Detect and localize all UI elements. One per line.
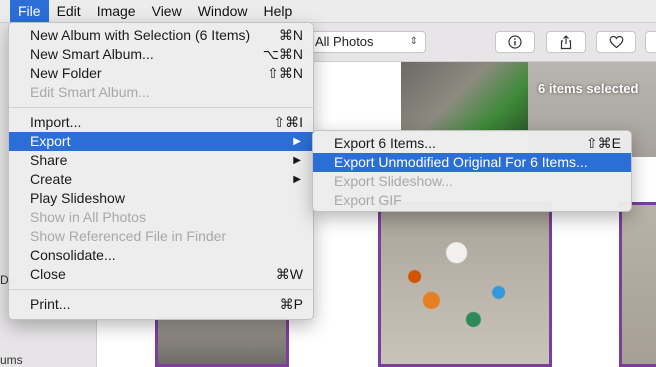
filter-select[interactable]: All Photos ⇕ [302,31,426,53]
menu-view[interactable]: View [144,0,190,22]
menu-item-export-items[interactable]: Export 6 Items... ⇧⌘E [313,134,631,153]
menu-item-export-unmodified-original[interactable]: Export Unmodified Original For 6 Items..… [313,153,631,172]
shortcut-label: ⌘N [278,27,303,43]
file-menu: New Album with Selection (6 Items) ⌘N Ne… [8,22,314,320]
menu-item-print[interactable]: Print... ⌘P [9,295,313,314]
menu-item-show-in-all-photos: Show in All Photos [30,209,146,225]
menu-item-consolidate[interactable]: Consolidate... [9,246,313,265]
selection-count-label: 6 items selected [538,81,639,96]
submenu-arrow-icon: ▶ [293,174,301,185]
menu-item-edit-smart-album: Edit Smart Album... [30,84,150,100]
shortcut-label: ⇧⌘I [273,114,303,130]
chevron-updown-icon: ⇕ [409,36,418,47]
menu-item-export-gif: Export GIF [334,192,402,208]
menu-item-import[interactable]: Import... ⇧⌘I [9,113,313,132]
favorite-button[interactable] [596,31,636,53]
menu-separator [9,107,313,108]
menu-item-close[interactable]: Close ⌘W [9,265,313,284]
shortcut-label: ⌥⌘N [262,46,303,62]
shortcut-label: ⌘W [275,266,303,282]
heart-icon [609,35,623,49]
filter-select-value: All Photos [315,34,374,49]
share-button[interactable] [546,31,586,53]
menu-window[interactable]: Window [190,0,256,22]
menu-item-new-album-with-selection[interactable]: New Album with Selection (6 Items) ⌘N [9,26,313,45]
menu-item-new-folder[interactable]: New Folder ⇧⌘N [9,64,313,83]
shortcut-label: ⇧⌘E [585,135,621,151]
menu-edit[interactable]: Edit [49,0,89,22]
menu-item-show-referenced-file: Show Referenced File in Finder [30,228,227,244]
menu-help[interactable]: Help [256,0,301,22]
photo-thumbnail-selected[interactable] [378,202,552,367]
menu-item-new-smart-album[interactable]: New Smart Album... ⌥⌘N [9,45,313,64]
info-button[interactable] [495,31,535,53]
menu-image[interactable]: Image [89,0,144,22]
share-icon [560,35,572,50]
menu-item-export-slideshow: Export Slideshow... [334,173,454,189]
sidebar-section-albums[interactable]: ums [0,353,23,367]
info-icon [508,35,522,49]
menu-separator [9,289,313,290]
submenu-arrow-icon: ▶ [293,155,301,166]
menu-item-create[interactable]: Create ▶ [9,170,313,189]
shortcut-label: ⇧⌘N [267,65,303,81]
menu-file[interactable]: File [10,0,49,22]
menu-item-play-slideshow[interactable]: Play Slideshow [9,189,313,208]
search-button[interactable] [645,31,656,53]
submenu-arrow-icon: ▶ [293,136,301,147]
menu-item-share[interactable]: Share ▶ [9,151,313,170]
shortcut-label: ⌘P [279,296,303,312]
menu-item-export[interactable]: Export ▶ [9,132,313,151]
photo-thumbnail-selected[interactable] [155,317,289,367]
photo-thumbnail[interactable] [401,62,528,132]
photo-thumbnail-selected[interactable] [619,202,656,367]
export-submenu: Export 6 Items... ⇧⌘E Export Unmodified … [312,130,632,212]
menu-bar: File Edit Image View Window Help [0,0,656,23]
